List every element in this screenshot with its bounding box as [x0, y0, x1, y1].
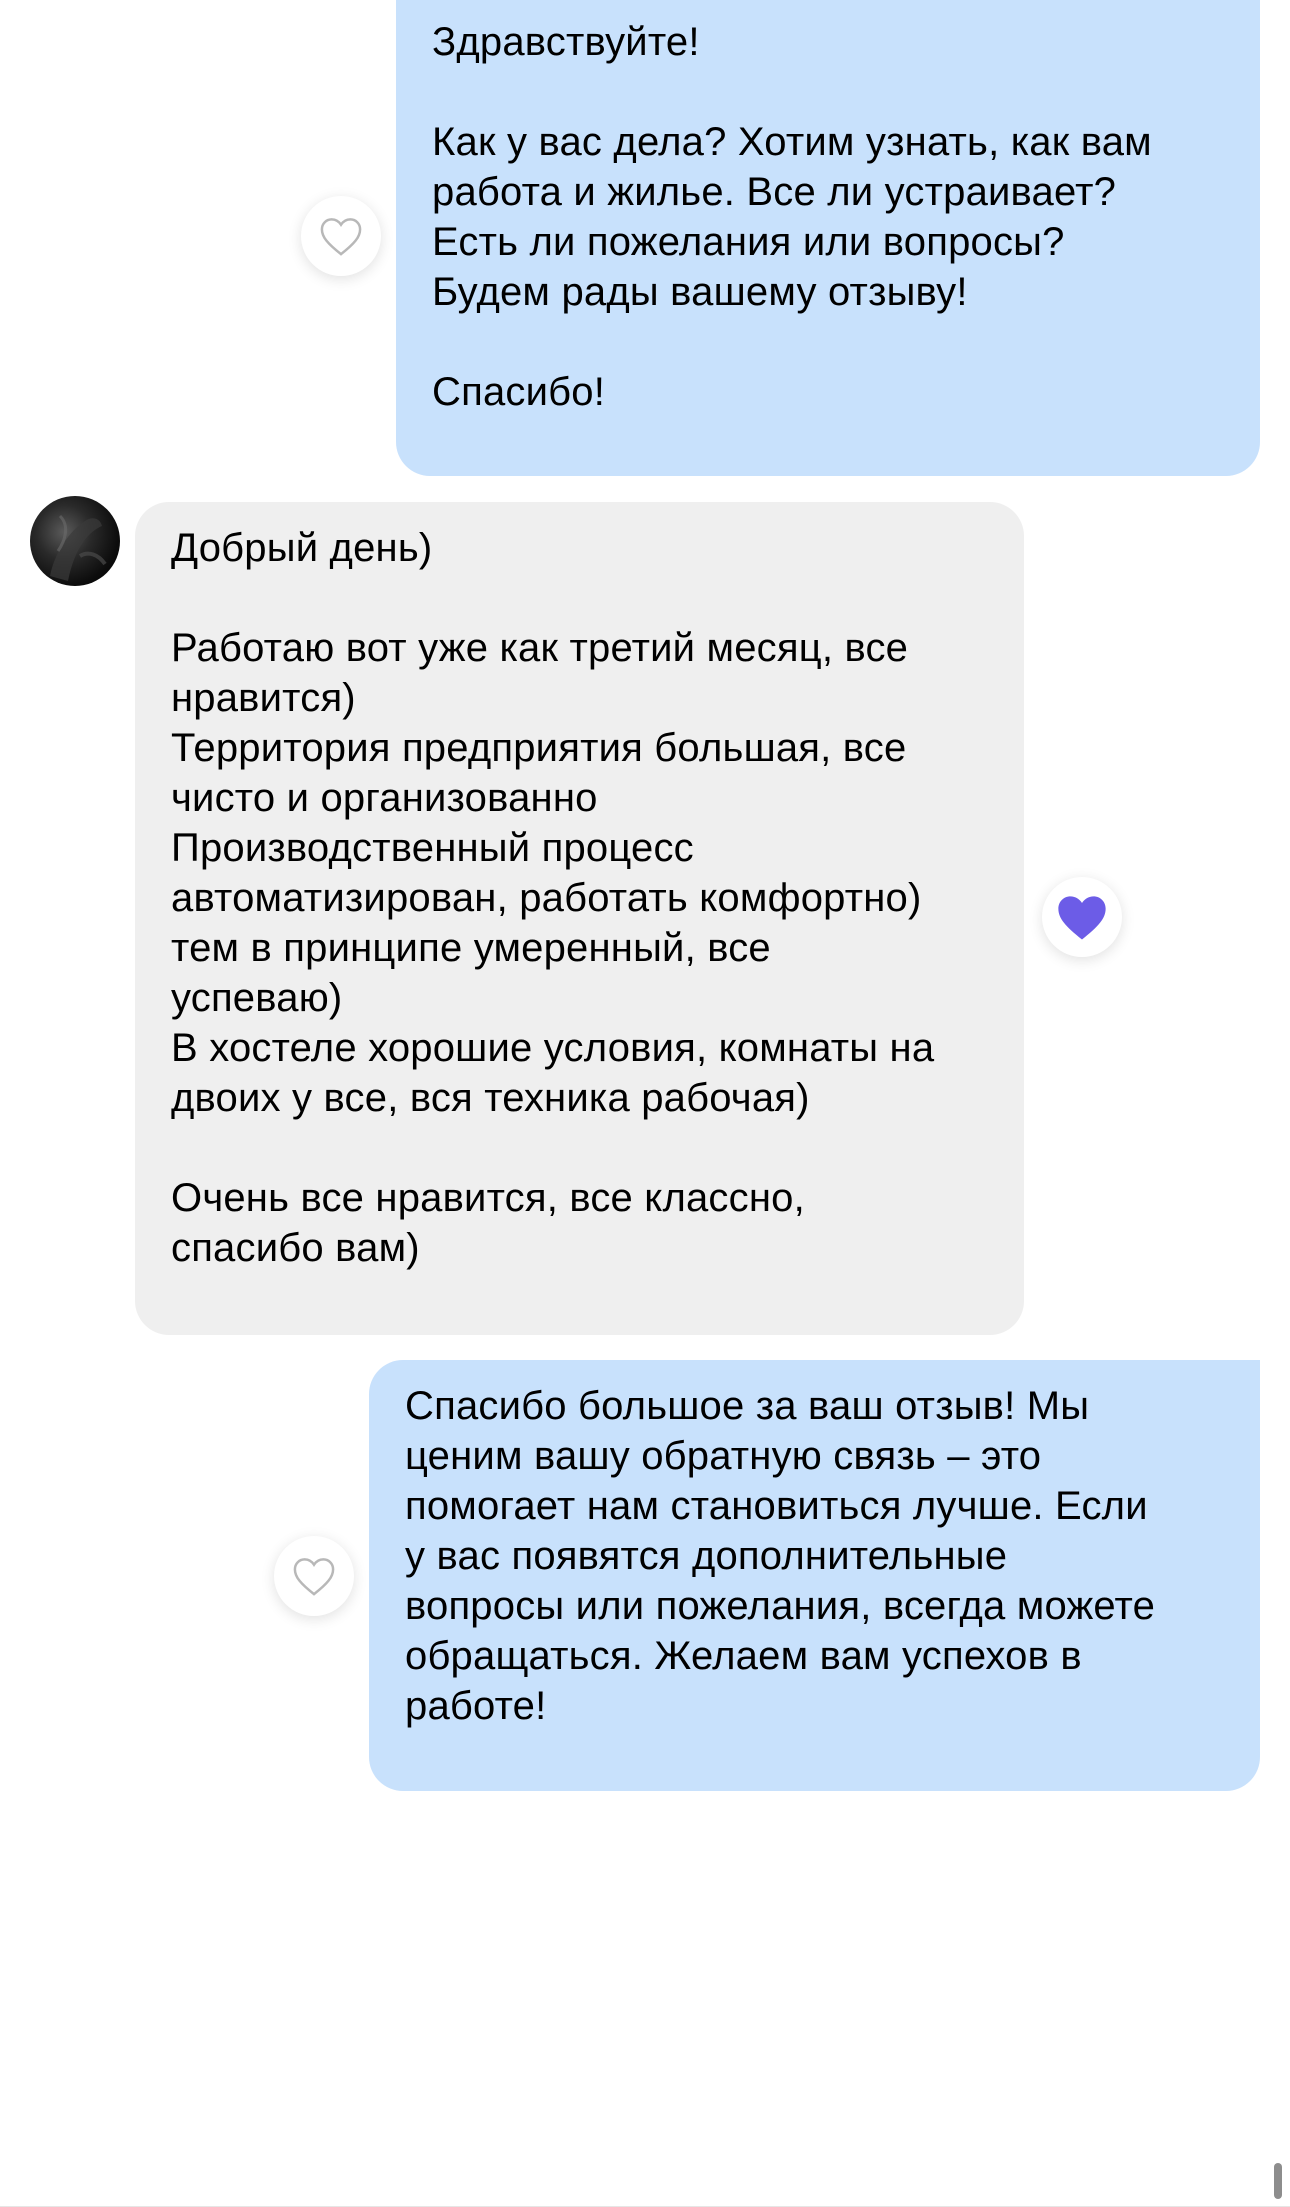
message-line: работе! — [405, 1684, 547, 1728]
message-line — [171, 1123, 994, 1173]
message-line: Здравствуйте! — [432, 20, 700, 64]
sender-avatar[interactable] — [30, 496, 120, 586]
message-line: Производственный процесс — [171, 826, 694, 870]
message-line: у вас появятся дополнительные — [405, 1534, 1008, 1578]
message-line: Очень все нравится, все классно, — [171, 1176, 805, 1220]
like-reaction-button[interactable] — [1042, 877, 1122, 957]
message-line: тем в принципе умеренный, все — [171, 926, 771, 970]
message-line: Территория предприятия большая, все — [171, 726, 907, 770]
heart-outline-icon — [320, 218, 362, 256]
message-line: Есть ли пожелания или вопросы? — [432, 220, 1065, 264]
message-line: работа и жилье. Все ли устраивает? — [432, 170, 1117, 214]
like-reaction-button[interactable] — [274, 1536, 354, 1616]
message-line: вопросы или пожелания, всегда можете — [405, 1584, 1156, 1628]
message-line: спасибо вам) — [171, 1226, 420, 1270]
message-line: Спасибо! — [432, 370, 606, 414]
message-line: В хостеле хорошие условия, комнаты на — [171, 1026, 935, 1070]
message-bubble-outgoing[interactable]: Здравствуйте! Как у вас дела? Хотим узна… — [396, 0, 1260, 476]
message-line: обращаться. Желаем вам успехов в — [405, 1634, 1082, 1678]
message-bubble-outgoing[interactable]: Спасибо большое за ваш отзыв! Мы ценим в… — [369, 1360, 1260, 1791]
chat-thread: Здравствуйте! Как у вас дела? Хотим узна… — [0, 0, 1290, 2207]
heart-outline-icon — [293, 1558, 335, 1596]
message-line: чисто и организованно — [171, 776, 598, 820]
message-line: Работаю вот уже как третий месяц, все — [171, 626, 909, 670]
heart-filled-icon — [1058, 896, 1106, 940]
message-line: двоих у все, вся техника рабочая) — [171, 1076, 810, 1120]
message-line: Будем рады вашему отзыву! — [432, 270, 968, 314]
like-reaction-button[interactable] — [301, 196, 381, 276]
message-line — [432, 67, 1226, 117]
message-line — [432, 317, 1226, 367]
message-line: успеваю) — [171, 976, 343, 1020]
message-bubble-incoming[interactable]: Добрый день) Работаю вот уже как третий … — [135, 502, 1024, 1335]
message-line: ценим вашу обратную связь – это — [405, 1434, 1042, 1478]
message-line: автоматизирован, работать комфортно) — [171, 876, 922, 920]
message-line — [171, 573, 994, 623]
message-line: Как у вас дела? Хотим узнать, как вам — [432, 120, 1152, 164]
message-line: Спасибо большое за ваш отзыв! Мы — [405, 1384, 1090, 1428]
avatar-photo-icon — [50, 514, 107, 581]
message-line: Добрый день) — [171, 526, 433, 570]
message-line: нравится) — [171, 676, 356, 720]
scrollbar-thumb[interactable] — [1274, 2163, 1282, 2199]
message-line: помогает нам становиться лучше. Если — [405, 1484, 1148, 1528]
